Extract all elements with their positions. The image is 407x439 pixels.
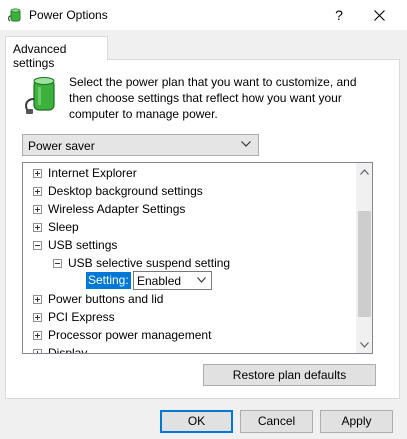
window-title: Power Options [29, 8, 108, 22]
collapse-minus-icon[interactable] [53, 259, 62, 268]
intro-text: Select the power plan that you want to c… [69, 75, 357, 121]
tree-item-label: Internet Explorer [48, 166, 137, 180]
power-plan-value: Power saver [28, 139, 95, 153]
restore-plan-defaults-button[interactable]: Restore plan defaults [203, 364, 376, 386]
title-bar: Power Options ? [0, 0, 407, 30]
tree-item-label: USB settings [48, 238, 118, 252]
chevron-down-icon [241, 141, 251, 147]
tab-advanced-settings[interactable]: Advanced settings [5, 36, 108, 70]
tree-item-label: Display [48, 346, 88, 354]
setting-value: Enabled [137, 274, 182, 288]
cancel-button[interactable]: Cancel [240, 410, 313, 433]
setting-value-select[interactable]: Enabled [133, 271, 212, 290]
scroll-up-button[interactable] [356, 163, 372, 180]
close-icon [373, 9, 385, 21]
settings-tree[interactable]: Internet Explorer Desktop background set… [22, 162, 373, 354]
expand-plus-icon[interactable] [33, 169, 42, 178]
expand-plus-icon[interactable] [33, 313, 42, 322]
expand-plus-icon[interactable] [33, 295, 42, 304]
expand-plus-icon[interactable] [33, 187, 42, 196]
tree-item-label: Wireless Adapter Settings [48, 202, 186, 216]
help-glyph: ? [335, 7, 343, 23]
scroll-thumb[interactable] [358, 211, 371, 317]
expand-plus-icon[interactable] [33, 205, 42, 214]
expand-plus-icon[interactable] [33, 331, 42, 340]
tree-item-label: USB selective suspend setting [68, 256, 231, 270]
tree-item-label: Power buttons and lid [48, 292, 164, 306]
chevron-up-icon [360, 168, 369, 175]
chevron-down-icon [360, 341, 369, 348]
collapse-minus-icon[interactable] [33, 241, 42, 250]
chevron-down-icon [197, 277, 206, 283]
tree-scrollbar[interactable] [356, 163, 372, 353]
battery-plug-icon [25, 77, 55, 114]
power-options-battery-icon [8, 8, 21, 22]
apply-button[interactable]: Apply [320, 410, 393, 433]
tree-item-label: Desktop background settings [48, 184, 203, 198]
scroll-down-button[interactable] [356, 336, 372, 353]
power-plan-select[interactable]: Power saver [22, 134, 259, 156]
tree-item-label: Sleep [48, 220, 79, 234]
expand-plus-icon[interactable] [33, 223, 42, 232]
tree-item-label: PCI Express [48, 310, 115, 324]
expand-plus-icon[interactable] [33, 349, 42, 353]
help-button[interactable]: ? [317, 0, 361, 30]
close-button[interactable] [357, 0, 401, 30]
setting-label: Setting: [86, 272, 131, 289]
tree-item-label: Processor power management [48, 328, 212, 342]
ok-button[interactable]: OK [160, 410, 233, 433]
